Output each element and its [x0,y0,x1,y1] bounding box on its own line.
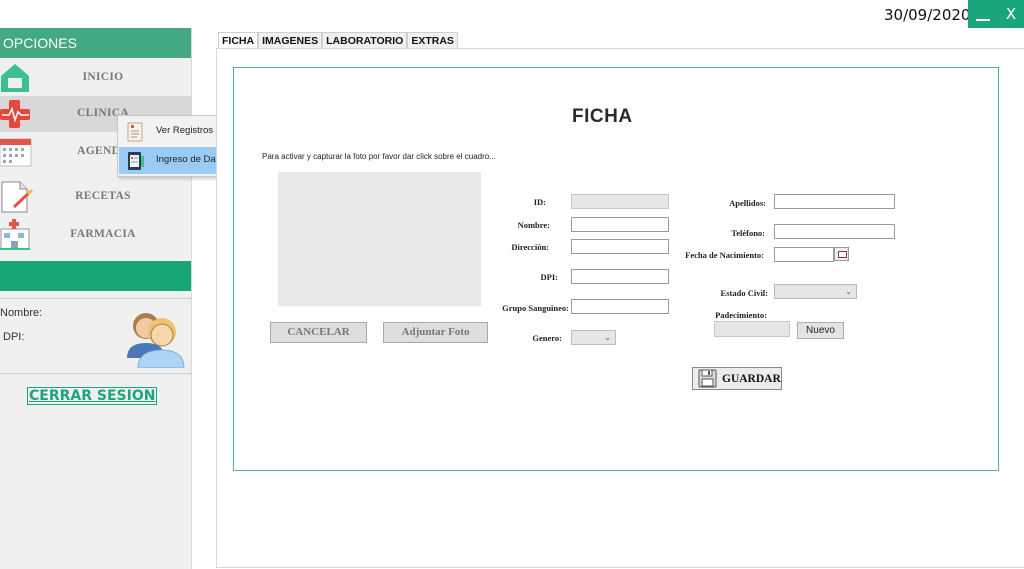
save-button[interactable]: GUARDAR [692,367,782,390]
sidebar-item-label: INICIO [82,71,124,83]
calendar-icon [0,138,32,167]
tab-laboratorio[interactable]: LABORATORIO [322,32,408,49]
minimize-icon [976,19,990,21]
prescription-icon [1,181,34,213]
sidebar-item-recetas[interactable]: RECETAS [0,179,191,215]
fecha-nacimiento-label: Fecha de Nacimiento: [685,250,764,260]
divider [0,373,191,374]
calendar-icon [838,251,847,258]
home-icon [1,64,29,92]
save-button-label: GUARDAR [722,373,781,385]
sidebar-item-label: RECETAS [75,190,131,202]
sidebar: OPCIONES INICIO CLINICA AGENDA RECETAS F… [0,28,192,569]
sidebar-item-farmacia[interactable]: FARMACIA [0,217,191,253]
telefono-label: Teléfono: [731,228,765,238]
chevron-down-icon: ⌄ [845,287,852,296]
chevron-down-icon: ⌄ [604,333,611,342]
date-display: 30/09/2020 [884,6,971,24]
dpi-label: DPI: [540,272,558,282]
sidebar-item-inicio[interactable]: INICIO [0,60,191,96]
id-label: ID: [533,197,546,207]
cancel-button[interactable]: CANCELAR [270,322,367,343]
padecimiento-field [714,321,790,337]
logout-button[interactable]: CERRAR SESION [27,387,158,405]
records-icon [127,122,143,142]
genero-select[interactable]: ⌄ [571,330,616,345]
menu-item-label: Ver Registros [156,125,214,136]
grupo-sanguineo-field[interactable] [571,299,669,314]
tab-ficha[interactable]: FICHA [218,32,259,49]
tab-bar: FICHA IMAGENES LABORATORIO EXTRAS [218,32,458,49]
divider [0,298,191,299]
direccion-field[interactable] [571,239,669,254]
fecha-nacimiento-field[interactable] [774,247,834,262]
user-name-label: Nombre: [0,307,43,319]
dpi-field[interactable] [571,269,669,284]
tab-imagenes[interactable]: IMAGENES [258,32,323,49]
pharmacy-icon [0,219,30,250]
photo-capture-box[interactable] [278,172,481,306]
id-field [571,194,669,209]
close-button[interactable]: X [998,0,1024,28]
apellidos-field[interactable] [774,194,895,209]
tab-extras[interactable]: EXTRAS [407,32,458,49]
medical-cross-icon [0,100,30,128]
page-title: FICHA [572,106,633,127]
photo-hint-text: Para activar y capturar la foto por favo… [262,152,496,161]
telefono-field[interactable] [774,224,895,239]
floppy-disk-icon [698,369,717,388]
user-dpi-label: DPI: [3,331,25,343]
estado-civil-label: Estado Civil: [720,288,768,298]
nombre-field[interactable] [571,217,669,232]
grupo-sanguineo-label: Grupo Sanguineo: [502,303,569,313]
genero-label: Genero: [532,333,562,343]
sidebar-item-label: FARMACIA [70,228,136,240]
estado-civil-select[interactable]: ⌄ [774,284,857,299]
apellidos-label: Apellidos: [729,198,766,208]
direccion-label: Dirección: [511,242,549,252]
data-entry-icon [128,152,144,170]
sidebar-divider-band [0,261,191,291]
sidebar-title: OPCIONES [0,28,191,58]
users-avatar-icon [127,313,185,368]
attach-photo-button[interactable]: Adjuntar Foto [383,322,488,343]
nuevo-button[interactable]: Nuevo [797,322,844,339]
minimize-button[interactable] [968,0,998,28]
nombre-label: Nombre: [517,220,550,230]
date-picker-button[interactable] [834,247,849,261]
padecimiento-label: Padecimiento: [715,310,767,320]
